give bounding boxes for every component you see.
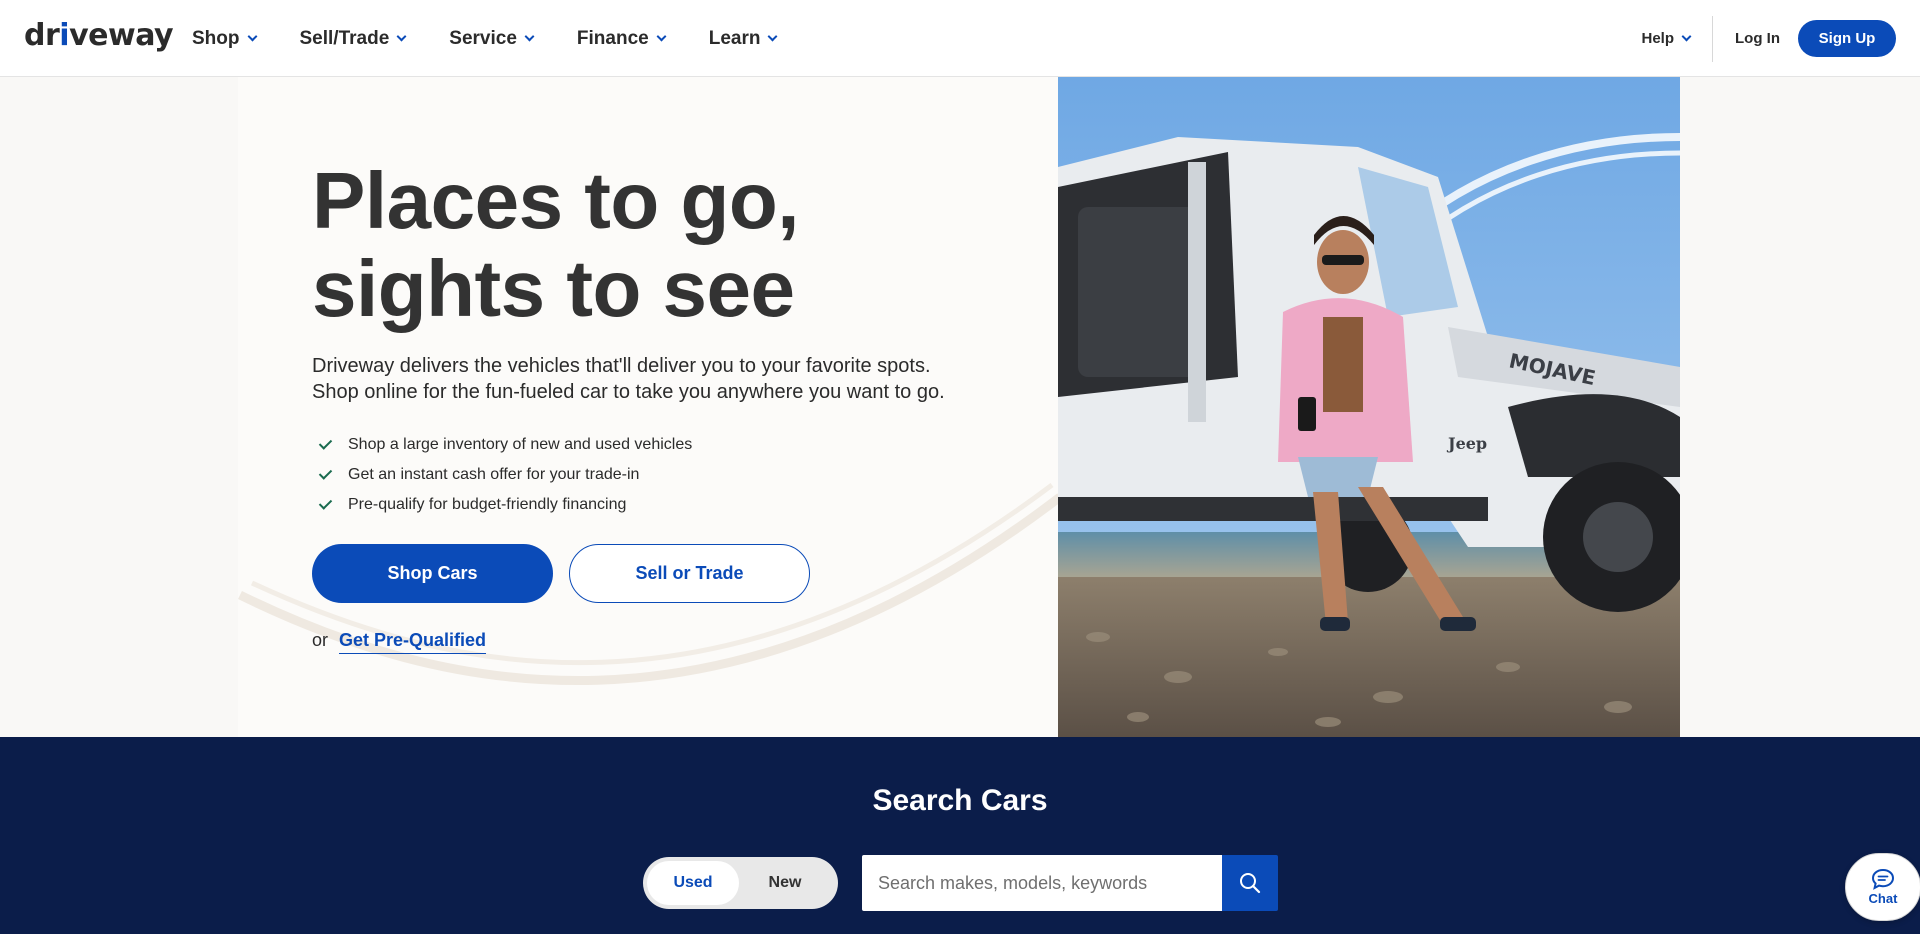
search-title: Search Cars	[872, 784, 1048, 817]
chevron-down-icon	[1681, 31, 1692, 41]
benefit-text: Get an instant cash offer for your trade…	[348, 466, 640, 483]
hero-photo: MOJAVE Jeep	[1058, 77, 1680, 737]
search-icon	[1240, 873, 1261, 894]
hero-title: Places to go, sights to see	[312, 156, 799, 333]
chevron-down-icon	[247, 31, 257, 41]
toggle-new[interactable]: New	[739, 861, 831, 905]
nav-item-learn[interactable]: Learn	[708, 27, 778, 50]
chevron-down-icon	[396, 31, 407, 41]
logo-text-start: dr	[24, 18, 60, 53]
driveway-logo[interactable]: driveway	[24, 18, 174, 53]
login-link[interactable]: Log In	[1735, 30, 1780, 47]
chevron-down-icon	[768, 31, 778, 41]
benefit-item: Get an instant cash offer for your trade…	[318, 460, 692, 490]
jeep-badge: Jeep	[1446, 434, 1487, 453]
benefit-item: Shop a large inventory of new and used v…	[318, 430, 693, 460]
sell-or-trade-button[interactable]: Sell or Trade	[569, 544, 810, 603]
top-navigation: driveway Shop Sell/Trade Service Finance…	[0, 0, 1920, 77]
jeep-woman-photo-illustration: MOJAVE Jeep	[1058, 77, 1680, 737]
help-menu[interactable]: Help	[1641, 15, 1713, 62]
logo-text-i: i	[59, 18, 70, 53]
search-button[interactable]	[1222, 855, 1278, 911]
chat-button[interactable]: Chat	[1845, 853, 1920, 921]
nav-item-label: Sell/Trade	[299, 27, 390, 49]
search-input[interactable]	[862, 855, 1222, 911]
prequal-line: or Get Pre-Qualified	[312, 630, 487, 654]
shop-cars-button[interactable]: Shop Cars	[312, 544, 553, 603]
logo-text-end: veway	[69, 18, 174, 53]
or-text: or	[312, 630, 329, 650]
signup-button[interactable]: Sign Up	[1798, 20, 1896, 57]
account-controls: Help Log In Sign Up	[1641, 0, 1896, 77]
benefit-text: Pre-qualify for budget-friendly financin…	[348, 496, 627, 513]
nav-item-label: Finance	[576, 27, 649, 49]
benefit-text: Shop a large inventory of new and used v…	[348, 436, 693, 453]
nav-item-finance[interactable]: Finance	[576, 27, 667, 50]
chat-bubble-icon	[1871, 868, 1895, 890]
nav-item-label: Learn	[708, 27, 761, 49]
nav-item-service[interactable]: Service	[449, 27, 535, 50]
nav-item-sell-trade[interactable]: Sell/Trade	[299, 27, 407, 50]
chevron-down-icon	[524, 31, 535, 41]
hero-subtitle: Driveway delivers the vehicles that'll d…	[312, 355, 945, 403]
nav-item-shop[interactable]: Shop	[192, 27, 257, 50]
get-prequalified-link[interactable]: Get Pre-Qualified	[339, 630, 487, 654]
benefit-item: Pre-qualify for budget-friendly financin…	[318, 490, 692, 520]
main-menu: Shop Sell/Trade Service Finance Learn	[192, 0, 820, 77]
toggle-used[interactable]: Used	[647, 861, 739, 905]
used-new-toggle: Used New	[643, 857, 838, 909]
hero-section: Places to go, sights to see Driveway del…	[0, 77, 1920, 737]
chat-label: Chat	[1868, 891, 1898, 906]
nav-item-label: Service	[449, 27, 517, 49]
search-cars-section: Search Cars Used New	[0, 737, 1920, 934]
chevron-down-icon	[656, 31, 667, 41]
benefits-list: Shop a large inventory of new and used v…	[318, 430, 693, 520]
help-label: Help	[1641, 30, 1674, 47]
nav-item-label: Shop	[192, 27, 240, 49]
